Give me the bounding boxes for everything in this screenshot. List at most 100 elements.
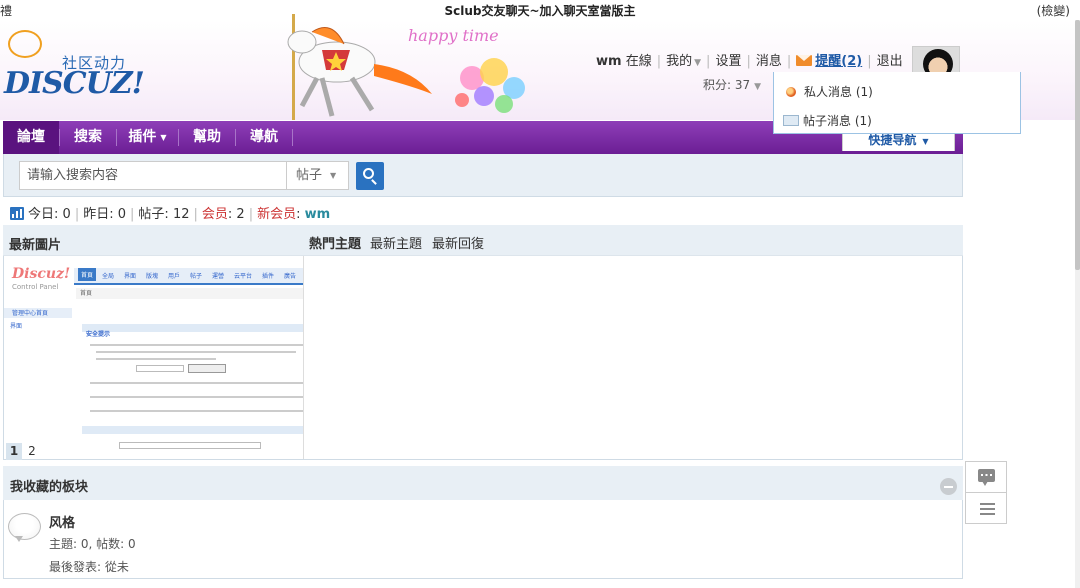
forum-stats-text: 主題: 0, 帖数: 0: [49, 537, 136, 551]
thumb-section-bar: [82, 426, 303, 434]
search-button[interactable]: [356, 162, 384, 190]
thumb-tab: 界面: [124, 273, 137, 280]
search-input[interactable]: 请输入搜索内容: [19, 161, 287, 190]
separator: |: [706, 54, 711, 69]
thumb-tab: 首頁: [78, 268, 97, 281]
collapse-icon[interactable]: [940, 478, 957, 495]
separator: |: [193, 207, 198, 222]
user-nav: wm 在線 | 我的 ▼ | 设置 | 消息 | 提醒(2) | 退出: [596, 50, 903, 69]
picture-page-2[interactable]: 2: [24, 443, 40, 460]
thumb-tab: 運營: [212, 273, 225, 280]
notices-link[interactable]: 提醒(2): [815, 54, 862, 69]
thumb-tabs: 首頁 全局 界面 版塊 用戶 帖子 運營 云平台 插件 廣告: [74, 268, 303, 285]
list-view-button[interactable]: [965, 492, 1007, 524]
thumb-tab: 云平台: [234, 273, 253, 280]
nav-help[interactable]: 幫助: [179, 121, 235, 154]
thumb-section-title: 安全提示: [86, 331, 111, 338]
forum-last-post: 最後發表: 從未: [49, 560, 129, 574]
messages-link[interactable]: 消息: [756, 54, 782, 69]
forum-bubble-icon[interactable]: [8, 513, 41, 542]
search-type-value: 帖子: [296, 168, 323, 183]
nav-navigation[interactable]: 導航: [236, 121, 292, 154]
credits-label: 积分: 37: [703, 78, 751, 92]
private-messages-item[interactable]: 私人消息 (1): [786, 83, 873, 100]
my-menu-link[interactable]: 我的: [666, 54, 692, 69]
list-icon: [980, 503, 995, 505]
separator: |: [867, 54, 872, 69]
nav-separator: [292, 129, 293, 146]
mail-icon[interactable]: [796, 55, 813, 66]
new-member-link[interactable]: wm: [305, 207, 331, 222]
tab-hot-topics[interactable]: 熱門主題: [309, 233, 361, 252]
window-title-right: (檢變): [1036, 4, 1070, 18]
thumb-side-item: 界面: [10, 323, 23, 330]
orange-dot-icon: [786, 87, 796, 97]
stat-members: 2: [236, 207, 245, 222]
chat-dots: [981, 474, 992, 476]
picture-page-1[interactable]: 1: [6, 443, 22, 460]
nav-search[interactable]: 搜索: [60, 121, 116, 154]
search-icon-handle: [371, 179, 377, 185]
quick-nav-label: 快捷导航: [868, 133, 917, 147]
thumb-tab: 全局: [102, 273, 115, 280]
forum-stats: 今日: 0 | 昨日: 0 | 帖子: 12 | 会员: 2 | 新会员: wm: [10, 203, 330, 222]
separator: |: [656, 54, 662, 69]
post-messages-label: 帖子消息 (1): [803, 114, 872, 128]
search-icon: [363, 168, 374, 179]
settings-link[interactable]: 设置: [715, 54, 741, 69]
separator: |: [248, 207, 254, 222]
scrollbar-thumb[interactable]: [1075, 20, 1080, 270]
separator: |: [746, 54, 751, 69]
thumb-text-line: [90, 396, 303, 398]
banner-text: happy time: [408, 26, 499, 45]
separator: |: [130, 207, 135, 222]
nav-plugins[interactable]: 插件 ▼: [117, 121, 178, 154]
favorite-forums-header: [3, 466, 963, 500]
forum-name-link[interactable]: 风格: [49, 512, 75, 531]
stat-new-member-label: 新会员: [257, 207, 297, 222]
stat-today-label: 今日: [28, 207, 55, 222]
feedback-button[interactable]: [965, 461, 1007, 493]
tab-latest-replies[interactable]: 最新回復: [432, 233, 484, 252]
envelope-icon: [783, 115, 799, 126]
post-messages-item[interactable]: 帖子消息 (1): [783, 112, 872, 129]
thumb-text-line: [90, 344, 303, 346]
caret-down-icon: ▼: [754, 82, 762, 92]
thumb-text-line: [90, 382, 303, 384]
stat-yesterday-label: 昨日: [83, 207, 110, 222]
online-status[interactable]: 在線: [626, 54, 652, 69]
tab-latest-topics[interactable]: 最新主題: [370, 233, 422, 252]
caret-down-icon: ▼: [922, 137, 929, 146]
separator: |: [74, 207, 80, 222]
window-title: Sclub交友聊天~加入聊天室當版主: [444, 4, 636, 18]
logout-link[interactable]: 退出: [877, 54, 903, 69]
private-messages-label: 私人消息 (1): [804, 85, 873, 99]
stat-today: 0: [62, 207, 71, 222]
list-icon: [980, 513, 995, 515]
thumb-section-bar: [82, 324, 303, 332]
thumb-input: [119, 442, 261, 449]
site-logo[interactable]: DISCUZ!: [4, 66, 145, 101]
stat-members-label: 会员: [201, 207, 228, 222]
notice-dropdown: 私人消息 (1) 帖子消息 (1): [773, 72, 1021, 134]
username-link[interactable]: wm: [596, 54, 622, 69]
stat-yesterday: 0: [117, 207, 127, 222]
latest-picture-thumbnail[interactable]: Discuz! Control Panel 首頁 全局 界面 版塊 用戶 帖子 …: [4, 256, 304, 459]
list-icon: [980, 508, 995, 510]
avatar[interactable]: [912, 46, 960, 74]
thumb-text-line: [90, 410, 303, 412]
stat-posts: 12: [172, 207, 190, 222]
caret-down-icon[interactable]: ▼: [694, 58, 701, 68]
nav-plugins-label: 插件: [128, 129, 157, 145]
thumb-text-line: [96, 358, 216, 360]
thumb-text-line: [96, 351, 296, 353]
stat-posts-label: 帖子: [138, 207, 165, 222]
credits-menu[interactable]: 积分: 37 ▼: [703, 76, 761, 93]
caret-down-icon: ▼: [160, 133, 167, 142]
search-type-select[interactable]: 帖子 ▼: [287, 161, 349, 190]
latest-pictures-title: 最新圖片: [9, 238, 62, 253]
avatar-image: [923, 49, 953, 73]
nav-forum[interactable]: 論壇: [3, 121, 59, 154]
thumb-tab: 用戶: [168, 273, 181, 280]
chart-icon: [10, 207, 24, 220]
